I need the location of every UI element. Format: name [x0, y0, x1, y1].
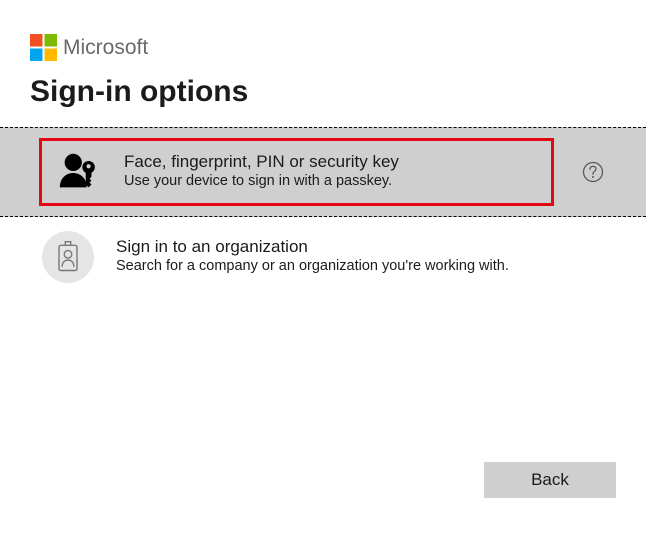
option-passkey[interactable]: Face, fingerprint, PIN or security key U… — [0, 127, 646, 217]
option-organization[interactable]: Sign in to an organization Search for a … — [0, 217, 646, 297]
option-passkey-title: Face, fingerprint, PIN or security key — [124, 152, 537, 172]
brand-name: Microsoft — [63, 36, 148, 60]
passkey-icon — [56, 149, 102, 195]
option-organization-desc: Search for a company or an organization … — [116, 257, 604, 277]
help-icon[interactable] — [582, 161, 604, 183]
page-title: Sign-in options — [30, 75, 616, 109]
highlight-frame: Face, fingerprint, PIN or security key U… — [39, 138, 554, 206]
option-passkey-desc: Use your device to sign in with a passke… — [124, 172, 537, 192]
option-organization-title: Sign in to an organization — [116, 237, 604, 257]
option-organization-text: Sign in to an organization Search for a … — [116, 237, 604, 277]
organization-badge-icon — [42, 231, 94, 283]
microsoft-logo-icon — [30, 34, 57, 61]
back-button[interactable]: Back — [484, 462, 616, 498]
option-passkey-text: Face, fingerprint, PIN or security key U… — [124, 152, 537, 192]
brand-row: Microsoft — [30, 34, 616, 61]
